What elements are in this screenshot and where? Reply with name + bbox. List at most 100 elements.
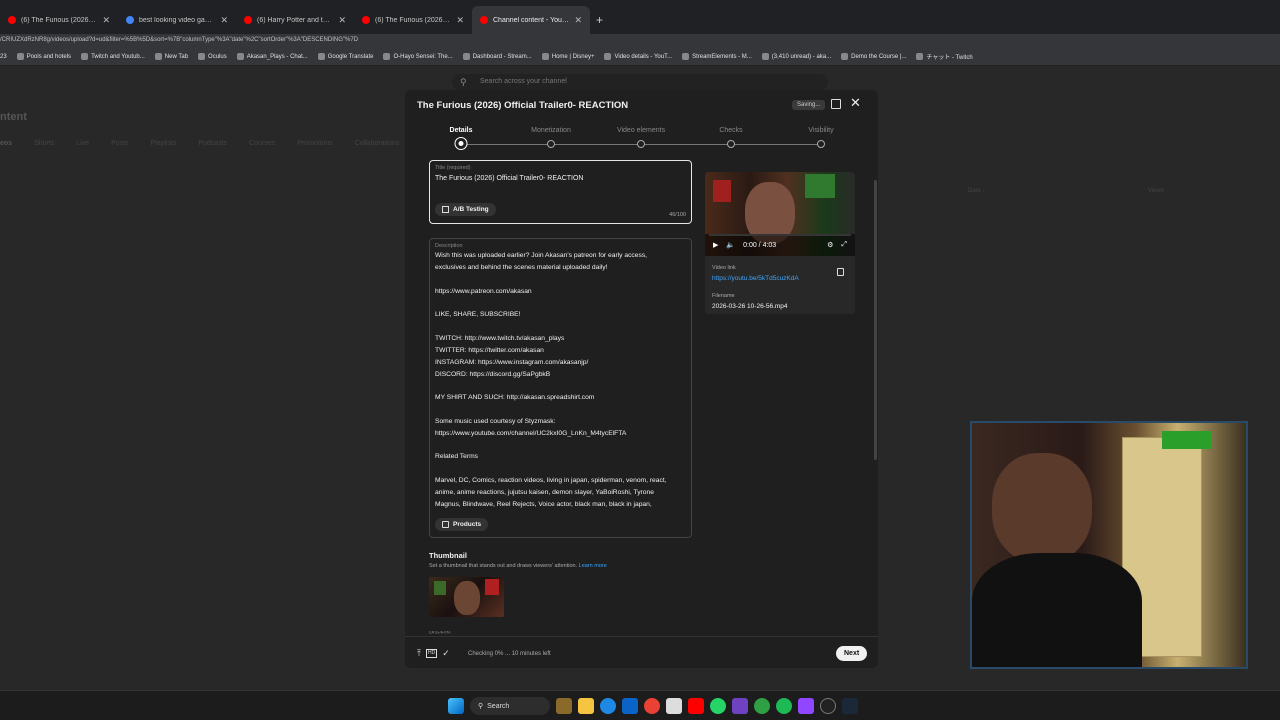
- video-link[interactable]: https://youtu.be/5kTd5cuzKdA: [712, 275, 799, 282]
- bookmark-item[interactable]: Home | Disney+: [541, 52, 595, 61]
- bookmark-partial[interactable]: 23: [0, 54, 7, 60]
- step-dot-checks[interactable]: [727, 140, 735, 148]
- new-tab-button[interactable]: +: [590, 6, 609, 34]
- tab-close-icon[interactable]: ✕: [574, 15, 582, 26]
- description-line: Magnus, Blindwave, Reel Rejects, Voice a…: [435, 500, 652, 508]
- tab-close-icon[interactable]: ✕: [456, 15, 464, 26]
- taskbar-search[interactable]: ⚲ Search: [470, 697, 550, 715]
- step-details[interactable]: Details: [450, 127, 473, 134]
- channel-search-input[interactable]: ⚲ Search across your channel: [452, 74, 828, 90]
- play-icon[interactable]: ▶: [713, 241, 718, 249]
- tab-title: (6) Harry Potter and the Philoso: [257, 16, 333, 24]
- bookmark-label: StreamElements - M...: [692, 53, 752, 60]
- content-tab[interactable]: Courses: [249, 140, 275, 147]
- settings-gear-icon[interactable]: ⚙: [827, 241, 833, 249]
- title-input[interactable]: The Furious (2026) Official Trailer0- RE…: [435, 175, 583, 182]
- app-icon[interactable]: [732, 698, 748, 714]
- column-date[interactable]: Date ↓: [968, 188, 985, 194]
- bookmark-icon: [682, 53, 690, 60]
- edge-icon[interactable]: [600, 698, 616, 714]
- bookmark-item[interactable]: O-Hayo Sensei: The...: [383, 52, 453, 61]
- thumbnail-image[interactable]: [429, 577, 504, 617]
- bookmark-item[interactable]: (3,410 unread) - aka...: [761, 52, 831, 61]
- content-tab[interactable]: Posts: [111, 140, 129, 147]
- description-line: Some music used courtesy of Styzmask:: [435, 417, 556, 425]
- hd-icon[interactable]: HD: [425, 649, 438, 658]
- video-link-label: Video link: [712, 265, 736, 271]
- content-tab[interactable]: eos: [0, 140, 12, 147]
- tab-close-icon[interactable]: ✕: [102, 15, 110, 26]
- bookmark-label: Demo the Course |...: [851, 53, 907, 60]
- step-monetization[interactable]: Monetization: [531, 127, 571, 134]
- address-bar[interactable]: /CRIUZXdRzNR8g/videos/upload?d=ud&filter…: [0, 34, 1280, 48]
- bookmark-item[interactable]: New Tab: [154, 52, 188, 61]
- file-explorer-icon[interactable]: [578, 698, 594, 714]
- browser-tab[interactable]: (6) Harry Potter and the Philoso ✕: [236, 6, 354, 34]
- whatsapp-icon[interactable]: [710, 698, 726, 714]
- browser-tab[interactable]: Channel content - YouTube Stu ✕: [472, 6, 590, 34]
- content-tab[interactable]: Collaborations: [355, 140, 400, 147]
- fullscreen-icon[interactable]: ⤢: [841, 241, 847, 249]
- step-dot-video-elements[interactable]: [637, 140, 645, 148]
- content-tab[interactable]: Shorts: [34, 140, 54, 147]
- products-button[interactable]: Products: [435, 518, 489, 531]
- steam-icon[interactable]: [842, 698, 858, 714]
- upload-icon[interactable]: ⤒: [417, 648, 421, 659]
- close-icon[interactable]: ✕: [850, 95, 861, 111]
- spotify-icon[interactable]: [776, 698, 792, 714]
- check-circle-icon[interactable]: ✓: [442, 648, 450, 659]
- bookmark-item[interactable]: Pools and hotels: [16, 52, 71, 61]
- calendar-icon[interactable]: [666, 698, 682, 714]
- bookmark-item[interactable]: Oculus: [198, 52, 227, 61]
- bookmark-item[interactable]: Video details - YouT...: [604, 52, 672, 61]
- content-tab[interactable]: Live: [76, 140, 89, 147]
- bookmark-item[interactable]: Dashboard - Stream...: [462, 52, 532, 61]
- video-preview[interactable]: ▶ 🔈 0:00 / 4:03 ⚙ ⤢: [705, 172, 855, 256]
- mail-icon[interactable]: [622, 698, 638, 714]
- description-field[interactable]: Description Wish this was uploaded earli…: [429, 238, 692, 538]
- twitch-icon[interactable]: [798, 698, 814, 714]
- step-dot-monetization[interactable]: [547, 140, 555, 148]
- bookmark-item[interactable]: Demo the Course |...: [841, 52, 906, 61]
- obs-icon[interactable]: [820, 698, 836, 714]
- bookmark-item[interactable]: Google Translate: [317, 52, 373, 61]
- step-video-elements[interactable]: Video elements: [617, 127, 665, 134]
- step-visibility[interactable]: Visibility: [808, 127, 833, 134]
- description-line: MY SHIRT AND SUCH: http://akasan.spreads…: [435, 394, 595, 402]
- browser-tab[interactable]: (6) The Furious (2026) Official T ✕: [354, 6, 472, 34]
- youtube-icon[interactable]: [688, 698, 704, 714]
- bookmark-label: Twitch and Youtub...: [91, 53, 145, 60]
- ab-testing-button[interactable]: A/B Testing: [435, 203, 496, 216]
- content-tab[interactable]: Podcasts: [198, 140, 227, 147]
- tab-close-icon[interactable]: ✕: [220, 15, 228, 26]
- footer-status-icons: ⤒ HD ✓: [417, 648, 450, 659]
- step-dot-visibility[interactable]: [817, 140, 825, 148]
- copy-icon[interactable]: [837, 268, 844, 276]
- bookmark-item[interactable]: Akasan_Plays - Chat...: [236, 52, 308, 61]
- xbox-icon[interactable]: [754, 698, 770, 714]
- step-dot-details[interactable]: [455, 138, 467, 149]
- volume-icon[interactable]: 🔈: [726, 241, 735, 249]
- modal-scrollbar[interactable]: [874, 180, 877, 460]
- task-view-icon[interactable]: [556, 698, 572, 714]
- browser-tab[interactable]: best looking video game - Goo ✕: [118, 6, 236, 34]
- content-tab[interactable]: Playlists: [151, 140, 177, 147]
- tab-favicon-icon: [126, 16, 134, 24]
- bookmark-label: Home | Disney+: [551, 53, 595, 60]
- bookmark-item[interactable]: チャット - Twitch: [916, 52, 973, 61]
- chrome-icon[interactable]: [644, 698, 660, 714]
- start-icon[interactable]: [448, 698, 464, 714]
- bookmark-label: O-Hayo Sensei: The...: [393, 53, 453, 60]
- feedback-icon[interactable]: [831, 99, 841, 109]
- column-views[interactable]: Views: [1148, 188, 1164, 194]
- bookmark-item[interactable]: Twitch and Youtub...: [81, 52, 145, 61]
- tab-close-icon[interactable]: ✕: [338, 15, 346, 26]
- next-button[interactable]: Next: [836, 646, 868, 661]
- bookmark-label: Video details - YouT...: [614, 53, 673, 60]
- title-field[interactable]: Title (required) The Furious (2026) Offi…: [429, 160, 692, 224]
- learn-more-link[interactable]: Learn more: [579, 563, 607, 569]
- browser-tab[interactable]: (6) The Furious (2026) Official T ✕: [0, 6, 118, 34]
- bookmark-item[interactable]: StreamElements - M...: [682, 52, 752, 61]
- content-tab[interactable]: Promotions: [297, 140, 332, 147]
- step-checks[interactable]: Checks: [719, 127, 742, 134]
